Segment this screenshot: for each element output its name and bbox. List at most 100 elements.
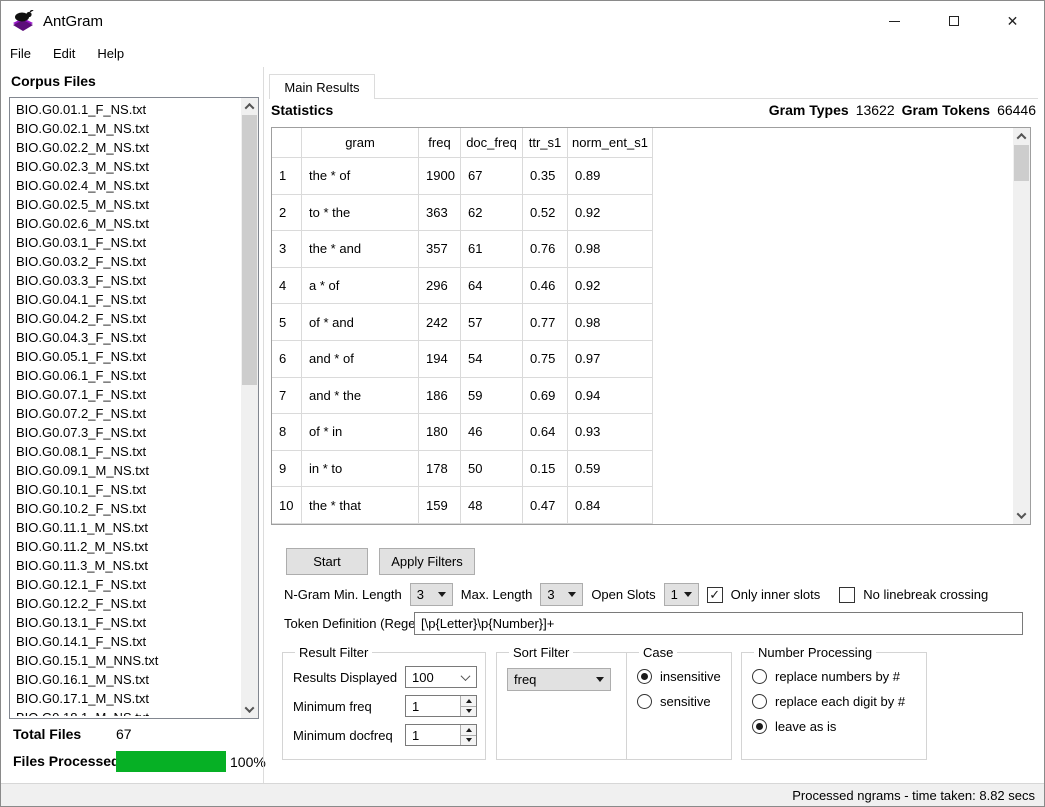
spin-up-button[interactable] [461, 725, 476, 735]
cell-ttr_s1[interactable]: 0.69 [523, 378, 568, 414]
cell-doc_freq[interactable]: 67 [461, 158, 523, 194]
corpus-file-item[interactable]: BIO.G0.03.1_F_NS.txt [12, 233, 239, 252]
corpus-file-item[interactable]: BIO.G0.01.1_F_NS.txt [12, 100, 239, 119]
header-ttr-s1[interactable]: ttr_s1 [523, 128, 568, 157]
cell-freq[interactable]: 1900 [419, 158, 461, 194]
case-option-label[interactable]: insensitive [660, 669, 721, 684]
corpus-file-item[interactable]: BIO.G0.10.1_F_NS.txt [12, 480, 239, 499]
cell-norm_ent_s1[interactable]: 0.92 [568, 195, 653, 231]
corpus-file-item[interactable]: BIO.G0.04.3_F_NS.txt [12, 328, 239, 347]
cell-gram[interactable]: a * of [302, 268, 419, 304]
header-norm-ent-s1[interactable]: norm_ent_s1 [568, 128, 653, 157]
cell-gram[interactable]: the * of [302, 158, 419, 194]
cell-norm_ent_s1[interactable]: 0.93 [568, 414, 653, 450]
corpus-file-item[interactable]: BIO.G0.14.1_F_NS.txt [12, 632, 239, 651]
scroll-up-button[interactable] [241, 98, 258, 115]
corpus-file-item[interactable]: BIO.G0.02.2_M_NS.txt [12, 138, 239, 157]
cell-ttr_s1[interactable]: 0.15 [523, 451, 568, 487]
cell-doc_freq[interactable]: 62 [461, 195, 523, 231]
cell-row-number[interactable]: 9 [272, 451, 302, 487]
tab-main-results[interactable]: Main Results [269, 74, 375, 99]
corpus-file-item[interactable]: BIO.G0.11.2_M_NS.txt [12, 537, 239, 556]
cell-gram[interactable]: of * in [302, 414, 419, 450]
table-row[interactable]: 1the * of1900670.350.89 [272, 158, 653, 195]
only-inner-slots-label[interactable]: Only inner slots [731, 587, 821, 602]
corpus-file-item[interactable]: BIO.G0.13.1_F_NS.txt [12, 613, 239, 632]
number-processing-option-label[interactable]: replace numbers by # [775, 669, 900, 684]
corpus-file-item[interactable]: BIO.G0.07.1_F_NS.txt [12, 385, 239, 404]
case-option-label[interactable]: sensitive [660, 694, 711, 709]
cell-gram[interactable]: the * and [302, 231, 419, 267]
cell-ttr_s1[interactable]: 0.75 [523, 341, 568, 377]
radio-button[interactable] [752, 719, 767, 734]
cell-freq[interactable]: 357 [419, 231, 461, 267]
corpus-file-item[interactable]: BIO.G0.12.2_F_NS.txt [12, 594, 239, 613]
menu-edit[interactable]: Edit [42, 43, 86, 64]
corpus-file-item[interactable]: BIO.G0.10.2_F_NS.txt [12, 499, 239, 518]
cell-row-number[interactable]: 5 [272, 304, 302, 340]
minimize-button[interactable] [871, 1, 918, 41]
radio-button[interactable] [637, 669, 652, 684]
cell-ttr_s1[interactable]: 0.76 [523, 231, 568, 267]
minimum-docfreq-spinner[interactable]: 1 [405, 724, 477, 746]
table-row[interactable]: 3the * and357610.760.98 [272, 231, 653, 268]
cell-doc_freq[interactable]: 54 [461, 341, 523, 377]
corpus-file-item[interactable]: BIO.G0.18.1_M_NS.txt [12, 708, 239, 716]
radio-button[interactable] [752, 694, 767, 709]
cell-norm_ent_s1[interactable]: 0.89 [568, 158, 653, 194]
number-processing-option-label[interactable]: leave as is [775, 719, 836, 734]
cell-freq[interactable]: 296 [419, 268, 461, 304]
table-row[interactable]: 9in * to178500.150.59 [272, 451, 653, 488]
cell-norm_ent_s1[interactable]: 0.97 [568, 341, 653, 377]
cell-freq[interactable]: 178 [419, 451, 461, 487]
header-doc-freq[interactable]: doc_freq [461, 128, 523, 157]
scrollbar-thumb[interactable] [1014, 145, 1029, 181]
table-row[interactable]: 7and * the186590.690.94 [272, 378, 653, 415]
cell-ttr_s1[interactable]: 0.46 [523, 268, 568, 304]
table-row[interactable]: 5of * and242570.770.98 [272, 304, 653, 341]
number-processing-option-label[interactable]: replace each digit by # [775, 694, 905, 709]
spin-up-button[interactable] [461, 696, 476, 706]
corpus-file-item[interactable]: BIO.G0.09.1_M_NS.txt [12, 461, 239, 480]
minimum-freq-value[interactable]: 1 [406, 696, 460, 716]
corpus-file-item[interactable]: BIO.G0.02.5_M_NS.txt [12, 195, 239, 214]
corpus-file-item[interactable]: BIO.G0.02.3_M_NS.txt [12, 157, 239, 176]
no-linebreak-checkbox[interactable] [839, 587, 855, 603]
corpus-file-item[interactable]: BIO.G0.16.1_M_NS.txt [12, 670, 239, 689]
cell-norm_ent_s1[interactable]: 0.92 [568, 268, 653, 304]
cell-row-number[interactable]: 2 [272, 195, 302, 231]
sort-filter-dropdown[interactable]: freq [507, 668, 611, 691]
corpus-file-item[interactable]: BIO.G0.15.1_M_NNS.txt [12, 651, 239, 670]
menu-file[interactable]: File [1, 43, 42, 64]
cell-doc_freq[interactable]: 48 [461, 487, 523, 523]
corpus-file-item[interactable]: BIO.G0.11.1_M_NS.txt [12, 518, 239, 537]
table-scrollbar[interactable] [1013, 128, 1030, 524]
cell-gram[interactable]: of * and [302, 304, 419, 340]
cell-row-number[interactable]: 6 [272, 341, 302, 377]
cell-freq[interactable]: 363 [419, 195, 461, 231]
corpus-file-item[interactable]: BIO.G0.03.3_F_NS.txt [12, 271, 239, 290]
radio-button[interactable] [752, 669, 767, 684]
cell-row-number[interactable]: 4 [272, 268, 302, 304]
cell-doc_freq[interactable]: 61 [461, 231, 523, 267]
table-row[interactable]: 8of * in180460.640.93 [272, 414, 653, 451]
cell-freq[interactable]: 180 [419, 414, 461, 450]
cell-norm_ent_s1[interactable]: 0.94 [568, 378, 653, 414]
corpus-file-item[interactable]: BIO.G0.02.1_M_NS.txt [12, 119, 239, 138]
cell-gram[interactable]: the * that [302, 487, 419, 523]
cell-gram[interactable]: and * the [302, 378, 419, 414]
table-row[interactable]: 4a * of296640.460.92 [272, 268, 653, 305]
spin-down-button[interactable] [461, 735, 476, 746]
corpus-file-item[interactable]: BIO.G0.08.1_F_NS.txt [12, 442, 239, 461]
cell-row-number[interactable]: 8 [272, 414, 302, 450]
cell-row-number[interactable]: 1 [272, 158, 302, 194]
cell-doc_freq[interactable]: 59 [461, 378, 523, 414]
corpus-file-item[interactable]: BIO.G0.17.1_M_NS.txt [12, 689, 239, 708]
cell-doc_freq[interactable]: 50 [461, 451, 523, 487]
corpus-file-item[interactable]: BIO.G0.02.6_M_NS.txt [12, 214, 239, 233]
open-slots-dropdown[interactable]: 1 [664, 583, 699, 606]
scroll-down-button[interactable] [241, 701, 258, 718]
cell-row-number[interactable]: 7 [272, 378, 302, 414]
cell-row-number[interactable]: 3 [272, 231, 302, 267]
cell-ttr_s1[interactable]: 0.52 [523, 195, 568, 231]
